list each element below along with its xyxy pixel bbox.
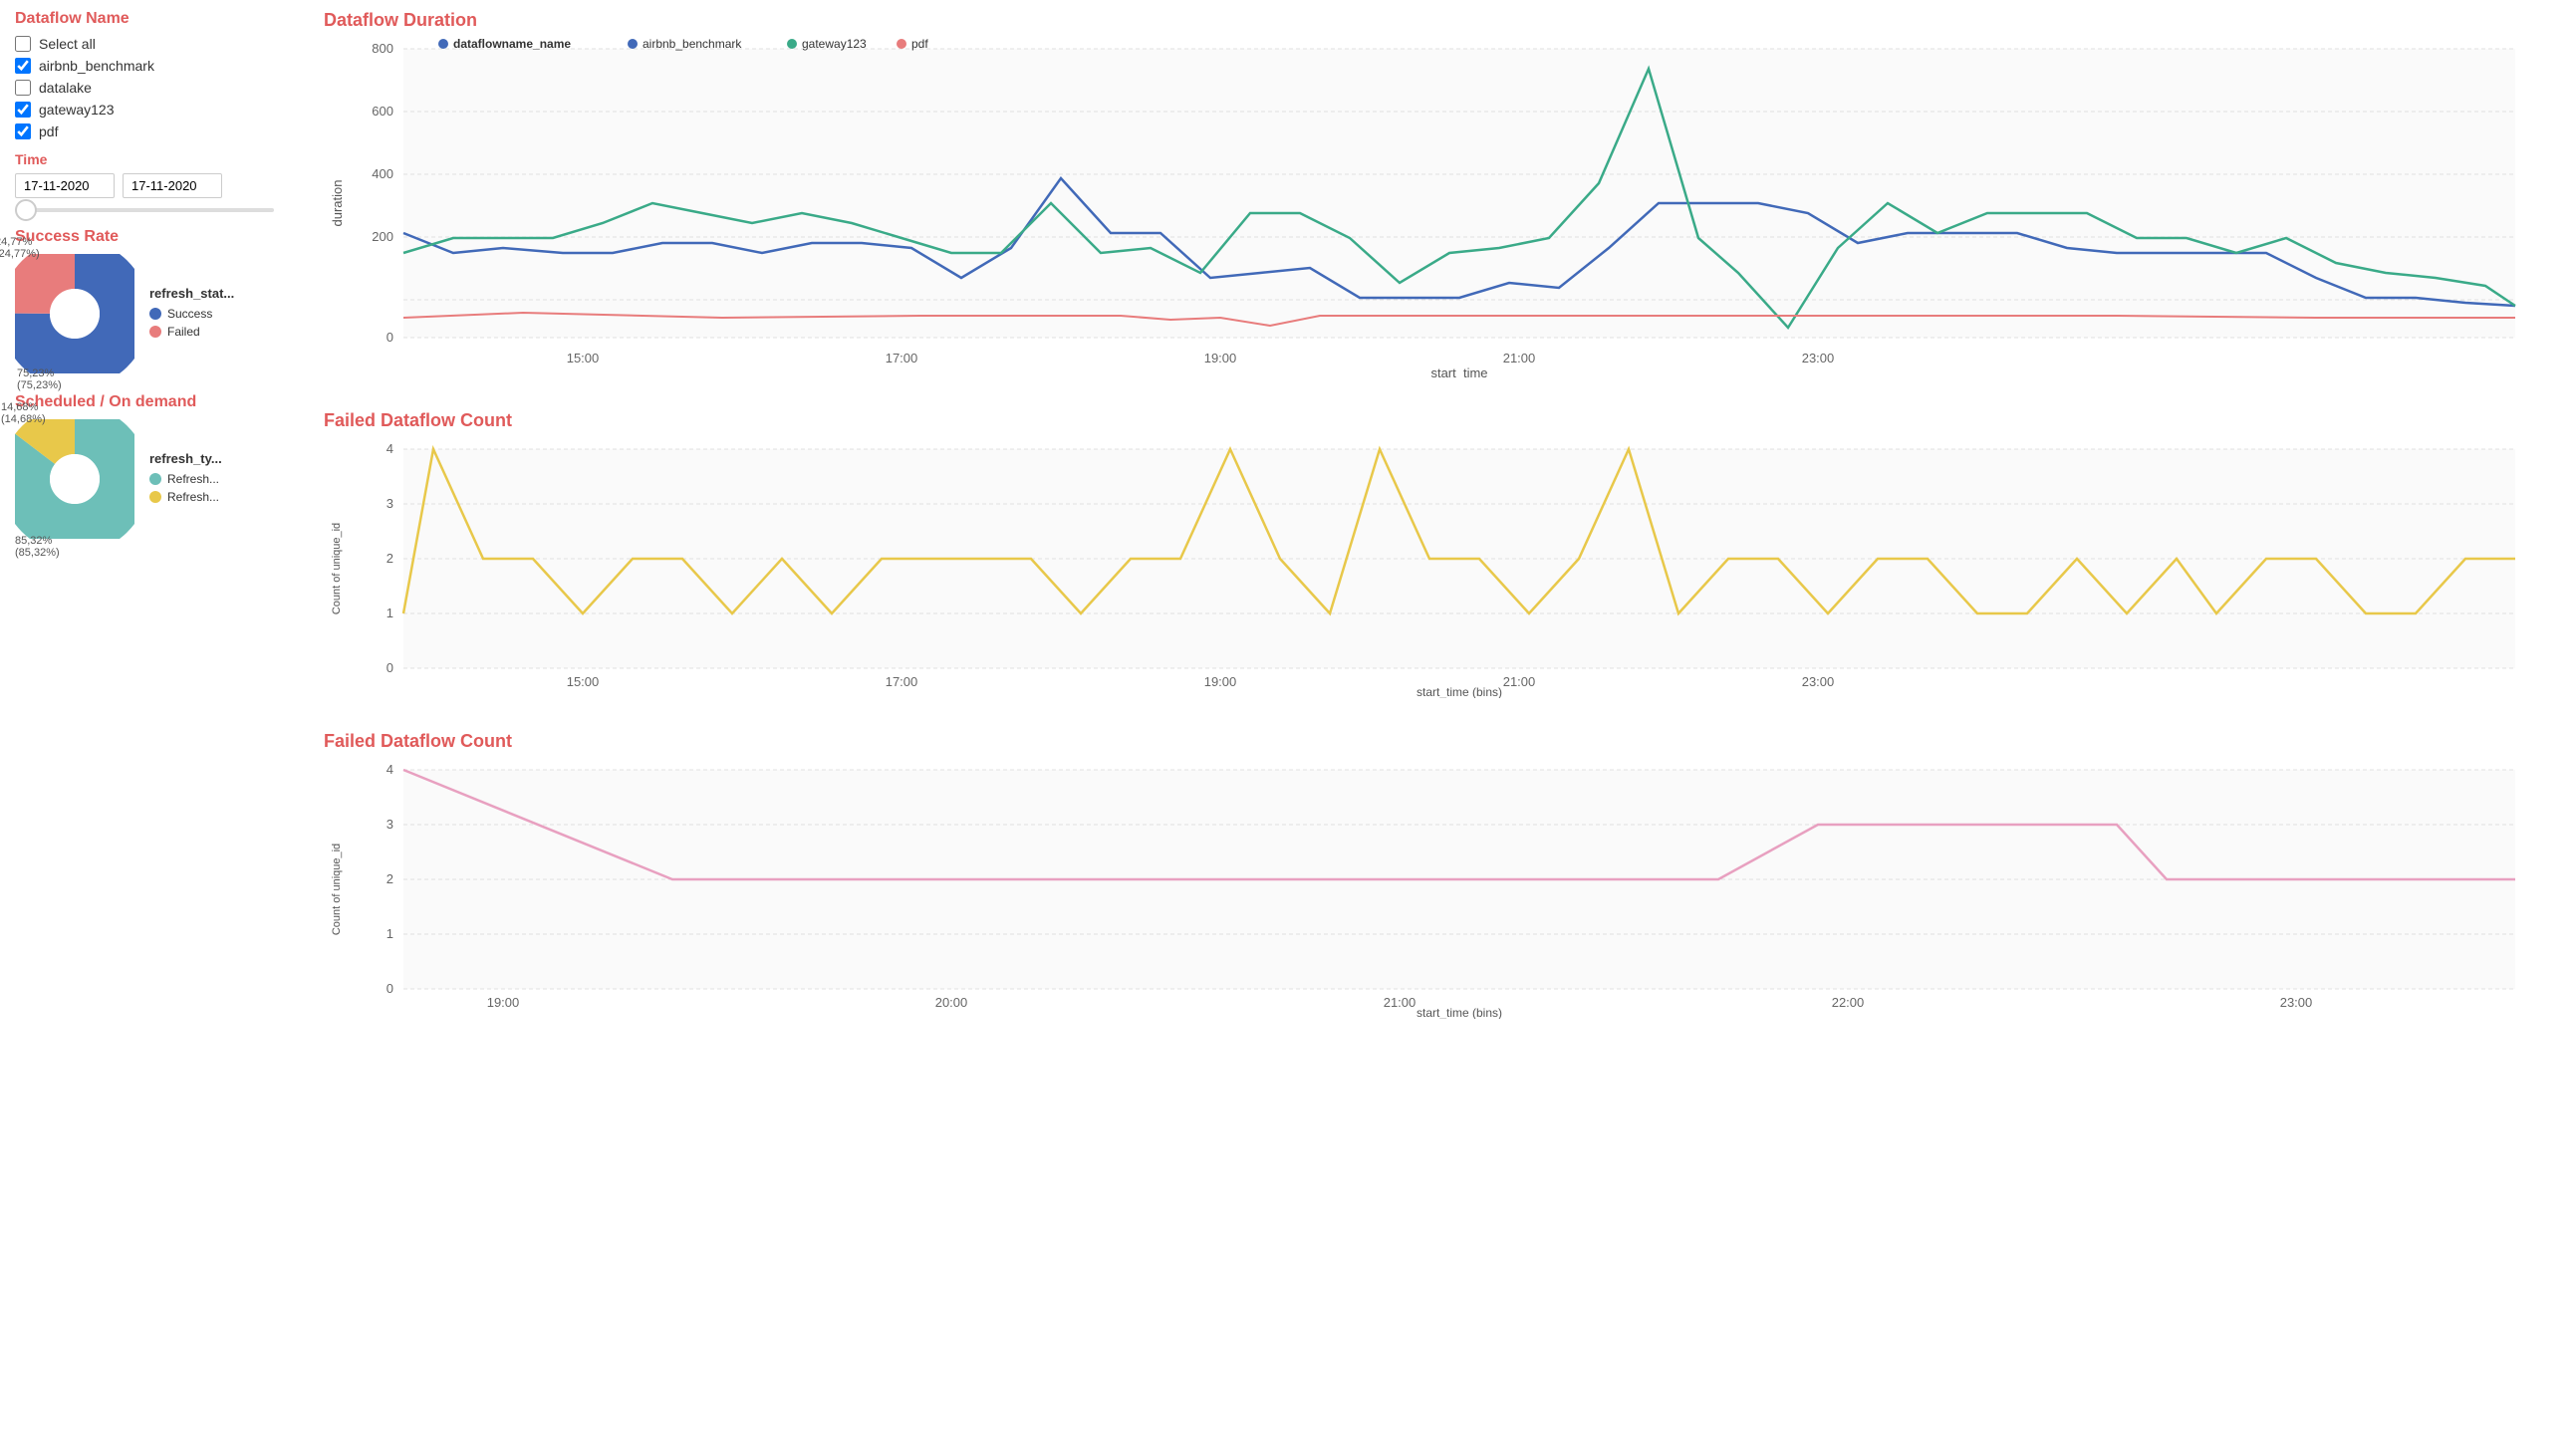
svg-text:1: 1 (386, 606, 393, 620)
scheduled-title: Scheduled / On demand (15, 393, 294, 411)
gateway-label: gateway123 (39, 102, 115, 118)
svg-text:dataflowname_name: dataflowname_name (453, 39, 571, 51)
time-section: Time (15, 151, 294, 212)
duration-chart: 800 600 400 200 0 duration 15:00 17:00 1… (324, 39, 2535, 377)
success-legend-title: refresh_stat... (149, 286, 234, 301)
svg-text:3: 3 (386, 817, 393, 832)
scheduled-legend-title: refresh_ty... (149, 451, 222, 466)
scheduled-section: Scheduled / On demand 14,68%(14,68%) 85,… (15, 393, 294, 539)
svg-text:23:00: 23:00 (2280, 995, 2313, 1010)
success-pie (15, 254, 134, 373)
svg-text:22:00: 22:00 (1832, 995, 1865, 1010)
datalake-checkbox[interactable] (15, 80, 31, 96)
scheduled-pct-label: 14,68%(14,68%) (1, 401, 46, 425)
svg-text:800: 800 (372, 41, 393, 56)
svg-text:airbnb_benchmark: airbnb_benchmark (643, 39, 742, 51)
success-rate-section: Success Rate 24,77%(24,77%) 75,23%(75,23… (15, 228, 294, 373)
dataflow-name-title: Dataflow Name (15, 10, 294, 28)
svg-text:duration: duration (330, 180, 345, 227)
svg-text:Count of unique_id: Count of unique_id (331, 523, 343, 614)
svg-text:start_time: start_time (1430, 365, 1487, 377)
svg-text:2: 2 (386, 551, 393, 566)
time-title: Time (15, 151, 294, 167)
teal-label: Refresh... (167, 472, 219, 486)
time-slider-thumb[interactable] (15, 199, 37, 221)
svg-text:gateway123: gateway123 (802, 39, 867, 51)
svg-text:0: 0 (386, 981, 393, 996)
failed-label: Failed (167, 325, 200, 339)
svg-text:15:00: 15:00 (567, 351, 600, 365)
svg-text:23:00: 23:00 (1802, 674, 1835, 689)
svg-text:17:00: 17:00 (886, 674, 918, 689)
svg-text:21:00: 21:00 (1384, 995, 1417, 1010)
svg-text:19:00: 19:00 (1204, 351, 1237, 365)
scheduled-legend: refresh_ty... Refresh... Refresh... (149, 451, 222, 508)
datalake-label: datalake (39, 80, 92, 96)
svg-text:21:00: 21:00 (1503, 674, 1536, 689)
svg-text:200: 200 (372, 229, 393, 244)
success-pct-label: 75,23%(75,23%) (17, 367, 62, 391)
svg-text:19:00: 19:00 (487, 995, 520, 1010)
time-slider[interactable] (15, 208, 274, 212)
select-all-checkbox[interactable] (15, 36, 31, 52)
svg-text:2: 2 (386, 871, 393, 886)
svg-text:17:00: 17:00 (886, 351, 918, 365)
svg-text:1: 1 (386, 926, 393, 941)
svg-text:4: 4 (386, 762, 393, 777)
svg-text:3: 3 (386, 496, 393, 511)
failed-count2-chart-title: Failed Dataflow Count (324, 731, 2561, 752)
failed-count-chart-section: Failed Dataflow Count 4 3 2 1 0 Count of… (324, 410, 2561, 701)
success-legend: refresh_stat... Success Failed (149, 286, 234, 343)
date-from-input[interactable] (15, 173, 115, 198)
svg-text:600: 600 (372, 104, 393, 119)
svg-text:23:00: 23:00 (1802, 351, 1835, 365)
success-rate-title: Success Rate (15, 228, 294, 246)
svg-text:15:00: 15:00 (567, 674, 600, 689)
svg-text:20:00: 20:00 (935, 995, 968, 1010)
airbnb-checkbox[interactable] (15, 58, 31, 74)
scheduled-pie (15, 419, 134, 539)
failed-dot (149, 326, 161, 338)
teal-dot (149, 473, 161, 485)
failed-count-chart: 4 3 2 1 0 Count of unique_id 15:00 17:00… (324, 439, 2535, 698)
ondemand-pct-label: 85,32%(85,32%) (15, 535, 60, 559)
gateway-checkbox[interactable] (15, 102, 31, 118)
svg-text:0: 0 (386, 660, 393, 675)
svg-text:start_time (bins): start_time (bins) (1417, 685, 1502, 698)
failed-count2-chart-section: Failed Dataflow Count 4 3 2 1 0 Count of… (324, 731, 2561, 1022)
date-to-input[interactable] (123, 173, 222, 198)
svg-text:400: 400 (372, 166, 393, 181)
failed-count2-chart: 4 3 2 1 0 Count of unique_id 19:00 20:00… (324, 760, 2535, 1019)
failed-count-chart-title: Failed Dataflow Count (324, 410, 2561, 431)
svg-text:21:00: 21:00 (1503, 351, 1536, 365)
success-label: Success (167, 307, 212, 321)
pdf-checkbox[interactable] (15, 123, 31, 139)
pdf-label: pdf (39, 123, 58, 139)
svg-text:0: 0 (386, 330, 393, 345)
yellow-label: Refresh... (167, 490, 219, 504)
failed-pct-label: 24,77%(24,77%) (0, 236, 40, 260)
airbnb-label: airbnb_benchmark (39, 58, 154, 74)
svg-text:start_time (bins): start_time (bins) (1417, 1006, 1502, 1019)
dataflow-list: Select all airbnb_benchmark datalake gat… (15, 36, 294, 139)
duration-chart-section: Dataflow Duration 800 600 400 200 0 (324, 10, 2561, 380)
svg-text:19:00: 19:00 (1204, 674, 1237, 689)
yellow-dot (149, 491, 161, 503)
svg-text:pdf: pdf (911, 39, 928, 51)
select-all-label: Select all (39, 36, 96, 52)
duration-chart-title: Dataflow Duration (324, 10, 2561, 31)
svg-text:4: 4 (386, 441, 393, 456)
svg-text:Count of unique_id: Count of unique_id (331, 844, 343, 935)
success-dot (149, 308, 161, 320)
